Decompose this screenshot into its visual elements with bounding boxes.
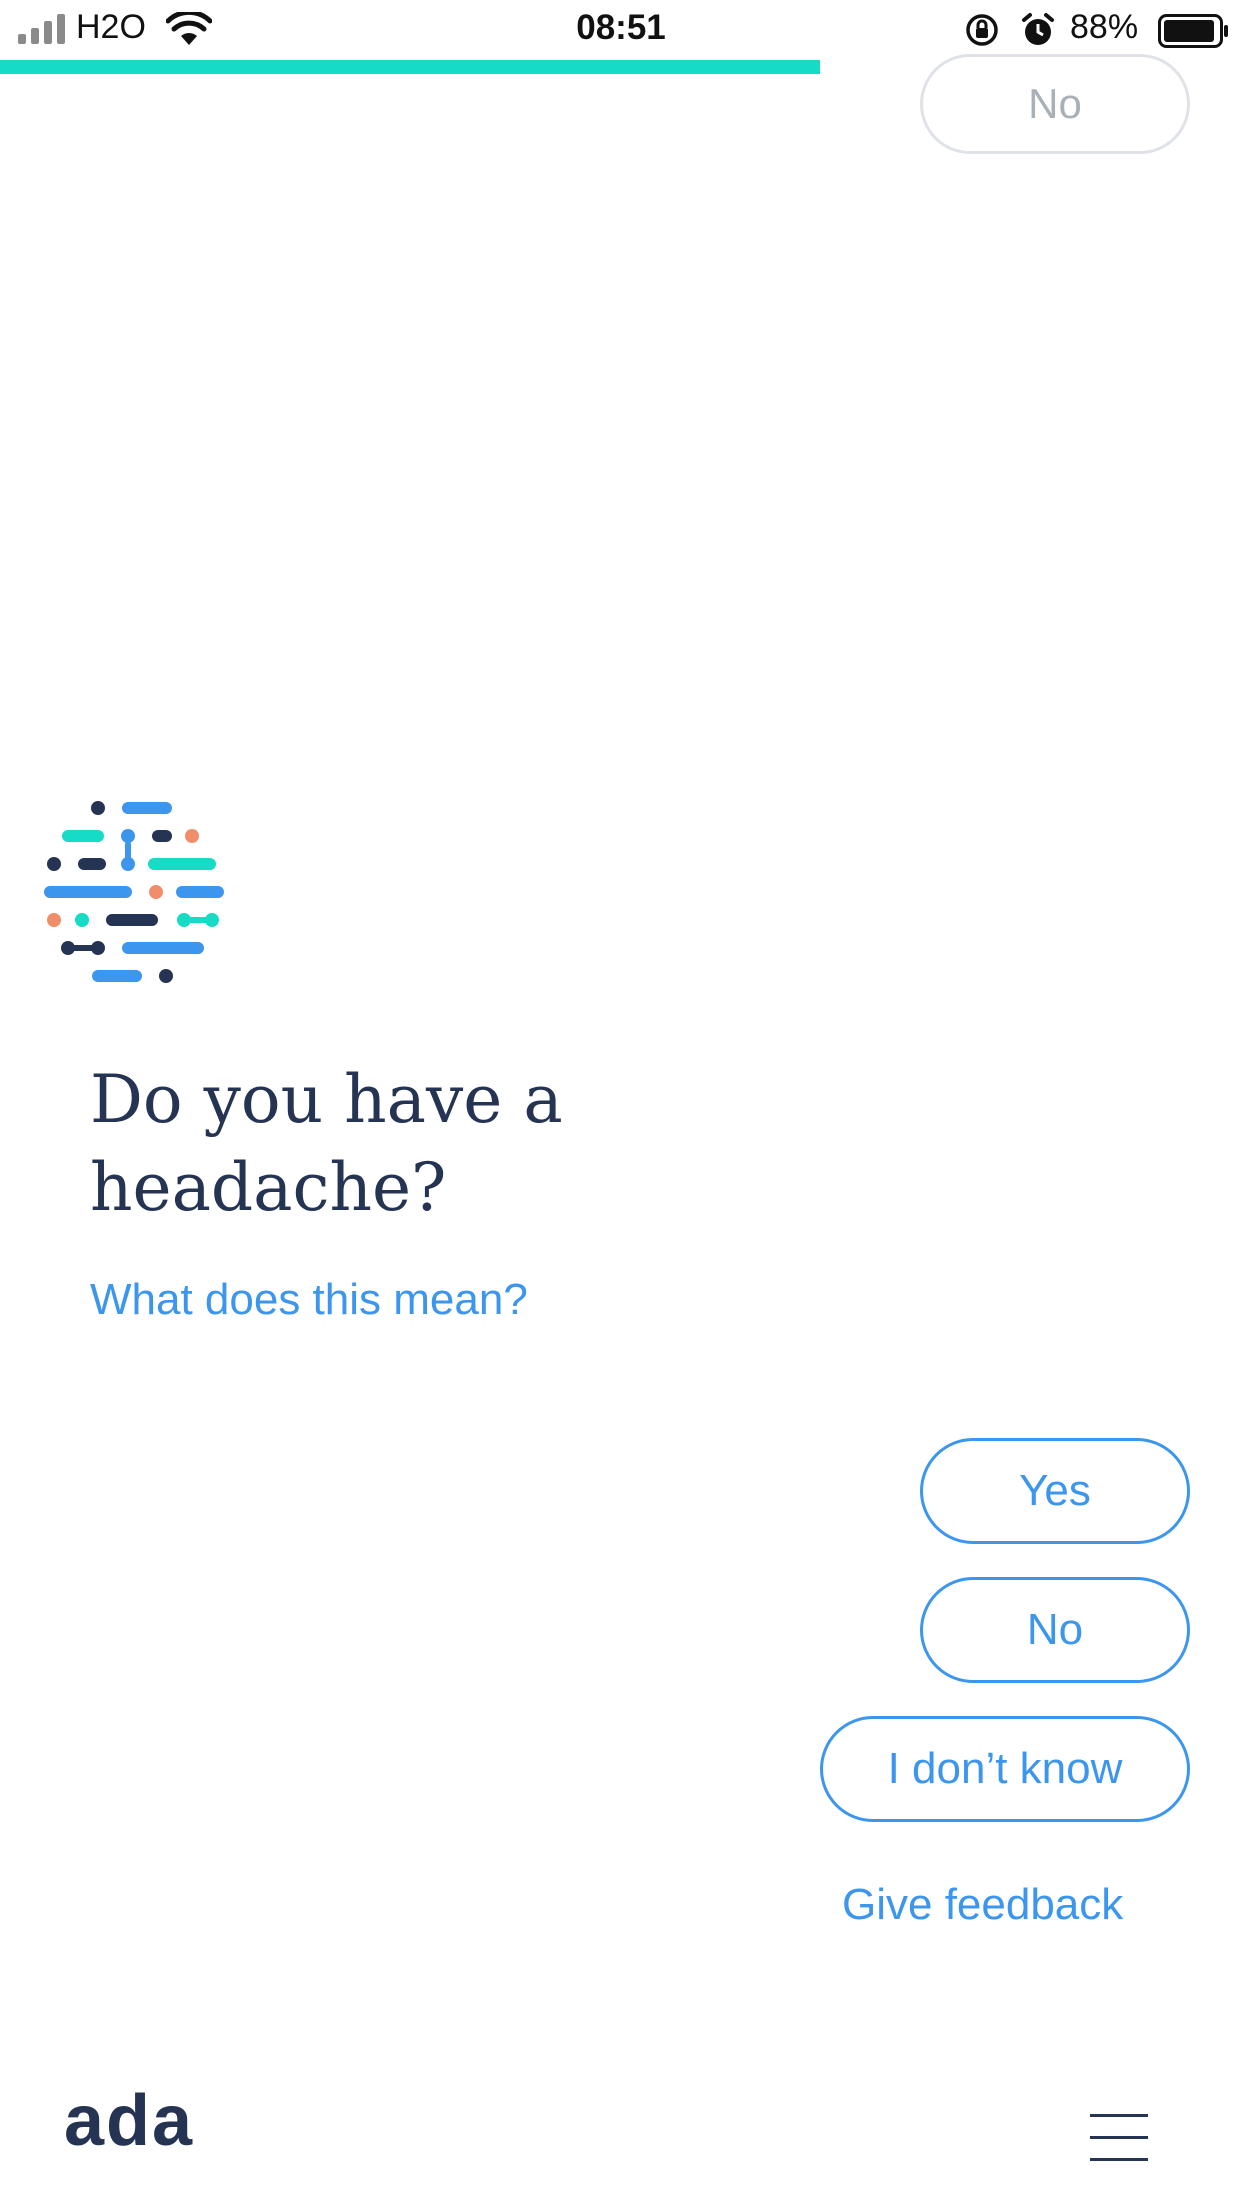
alarm-icon: [1022, 13, 1054, 45]
give-feedback-link[interactable]: Give feedback: [842, 1880, 1123, 1930]
ada-assistant-avatar-icon: [44, 801, 224, 983]
battery-percent: 88%: [1070, 8, 1139, 46]
what-does-this-mean-link[interactable]: What does this mean?: [90, 1275, 528, 1325]
answer-yes-button[interactable]: Yes: [920, 1438, 1190, 1544]
menu-line: [1090, 2136, 1148, 2139]
menu-line: [1090, 2114, 1148, 2117]
answer-dont-know-button[interactable]: I don’t know: [820, 1716, 1190, 1822]
previous-answer-bubble: No: [920, 54, 1190, 154]
menu-line: [1090, 2158, 1148, 2161]
ada-logo: ada: [64, 2081, 195, 2161]
hamburger-menu-icon[interactable]: [1090, 2114, 1148, 2164]
status-bar: H2O 08:51 88%: [0, 0, 1242, 60]
rotation-lock-icon: [966, 14, 998, 46]
answer-no-button[interactable]: No: [920, 1577, 1190, 1683]
battery-icon: [1158, 14, 1228, 48]
question-title: Do you have a headache?: [90, 1061, 563, 1226]
progress-fill: [0, 60, 820, 74]
